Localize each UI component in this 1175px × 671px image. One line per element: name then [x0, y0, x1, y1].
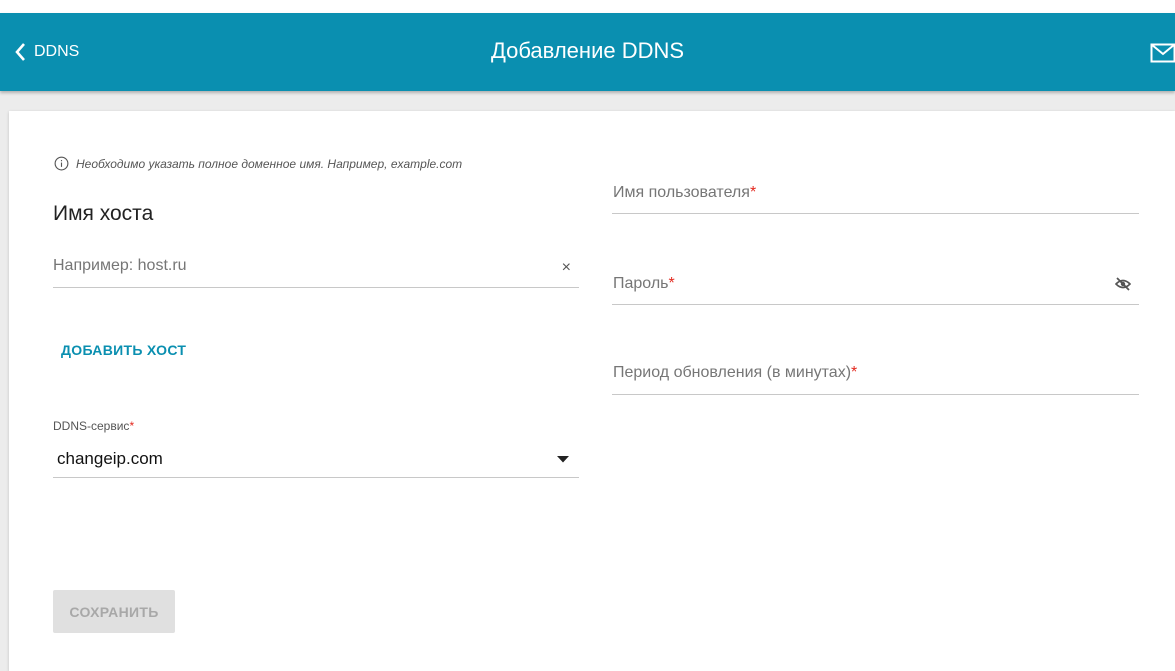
clear-icon[interactable]: ×: [562, 259, 571, 277]
hint-text: Необходимо указать полное доменное имя. …: [76, 156, 463, 171]
password-input[interactable]: [612, 303, 1139, 305]
required-mark: *: [129, 419, 135, 433]
mail-icon[interactable]: [1150, 43, 1175, 68]
username-input[interactable]: [612, 212, 1139, 214]
dropdown-arrow-icon: [557, 456, 569, 463]
form-card: Необходимо указать полное доменное имя. …: [9, 111, 1175, 671]
ddns-service-label: DDNS-сервис*: [53, 419, 134, 433]
host-field: ×: [53, 257, 579, 288]
eye-off-icon[interactable]: [1115, 277, 1131, 291]
top-strip: [0, 0, 1175, 13]
update-period-input[interactable]: [612, 393, 1139, 395]
page-title: Добавление DDNS: [490, 38, 685, 63]
info-icon: [54, 156, 69, 171]
ddns-service-label-text: DDNS-сервис: [53, 419, 130, 433]
password-label: Пароль*: [613, 275, 675, 293]
ddns-service-value: changeip.com: [57, 449, 163, 468]
username-label-text: Имя пользователя: [613, 184, 750, 201]
app-header: DDNS Добавление DDNS: [0, 13, 1175, 91]
required-mark: *: [749, 184, 757, 201]
password-label-text: Пароль: [613, 275, 669, 292]
update-period-label: Период обновления (в минутах)*: [613, 364, 857, 382]
host-section-title: Имя хоста: [53, 202, 154, 225]
required-mark: *: [668, 275, 675, 292]
username-label: Имя пользователя*: [613, 184, 756, 202]
save-button[interactable]: СОХРАНИТЬ: [53, 590, 175, 633]
add-host-button[interactable]: ДОБАВИТЬ ХОСТ: [61, 342, 186, 358]
update-period-label-text: Период обновления (в минутах): [613, 364, 852, 381]
required-mark: *: [851, 364, 858, 381]
hostname-hint: Необходимо указать полное доменное имя. …: [54, 156, 462, 171]
host-input[interactable]: [53, 257, 533, 275]
ddns-service-select[interactable]: changeip.com: [53, 442, 579, 478]
